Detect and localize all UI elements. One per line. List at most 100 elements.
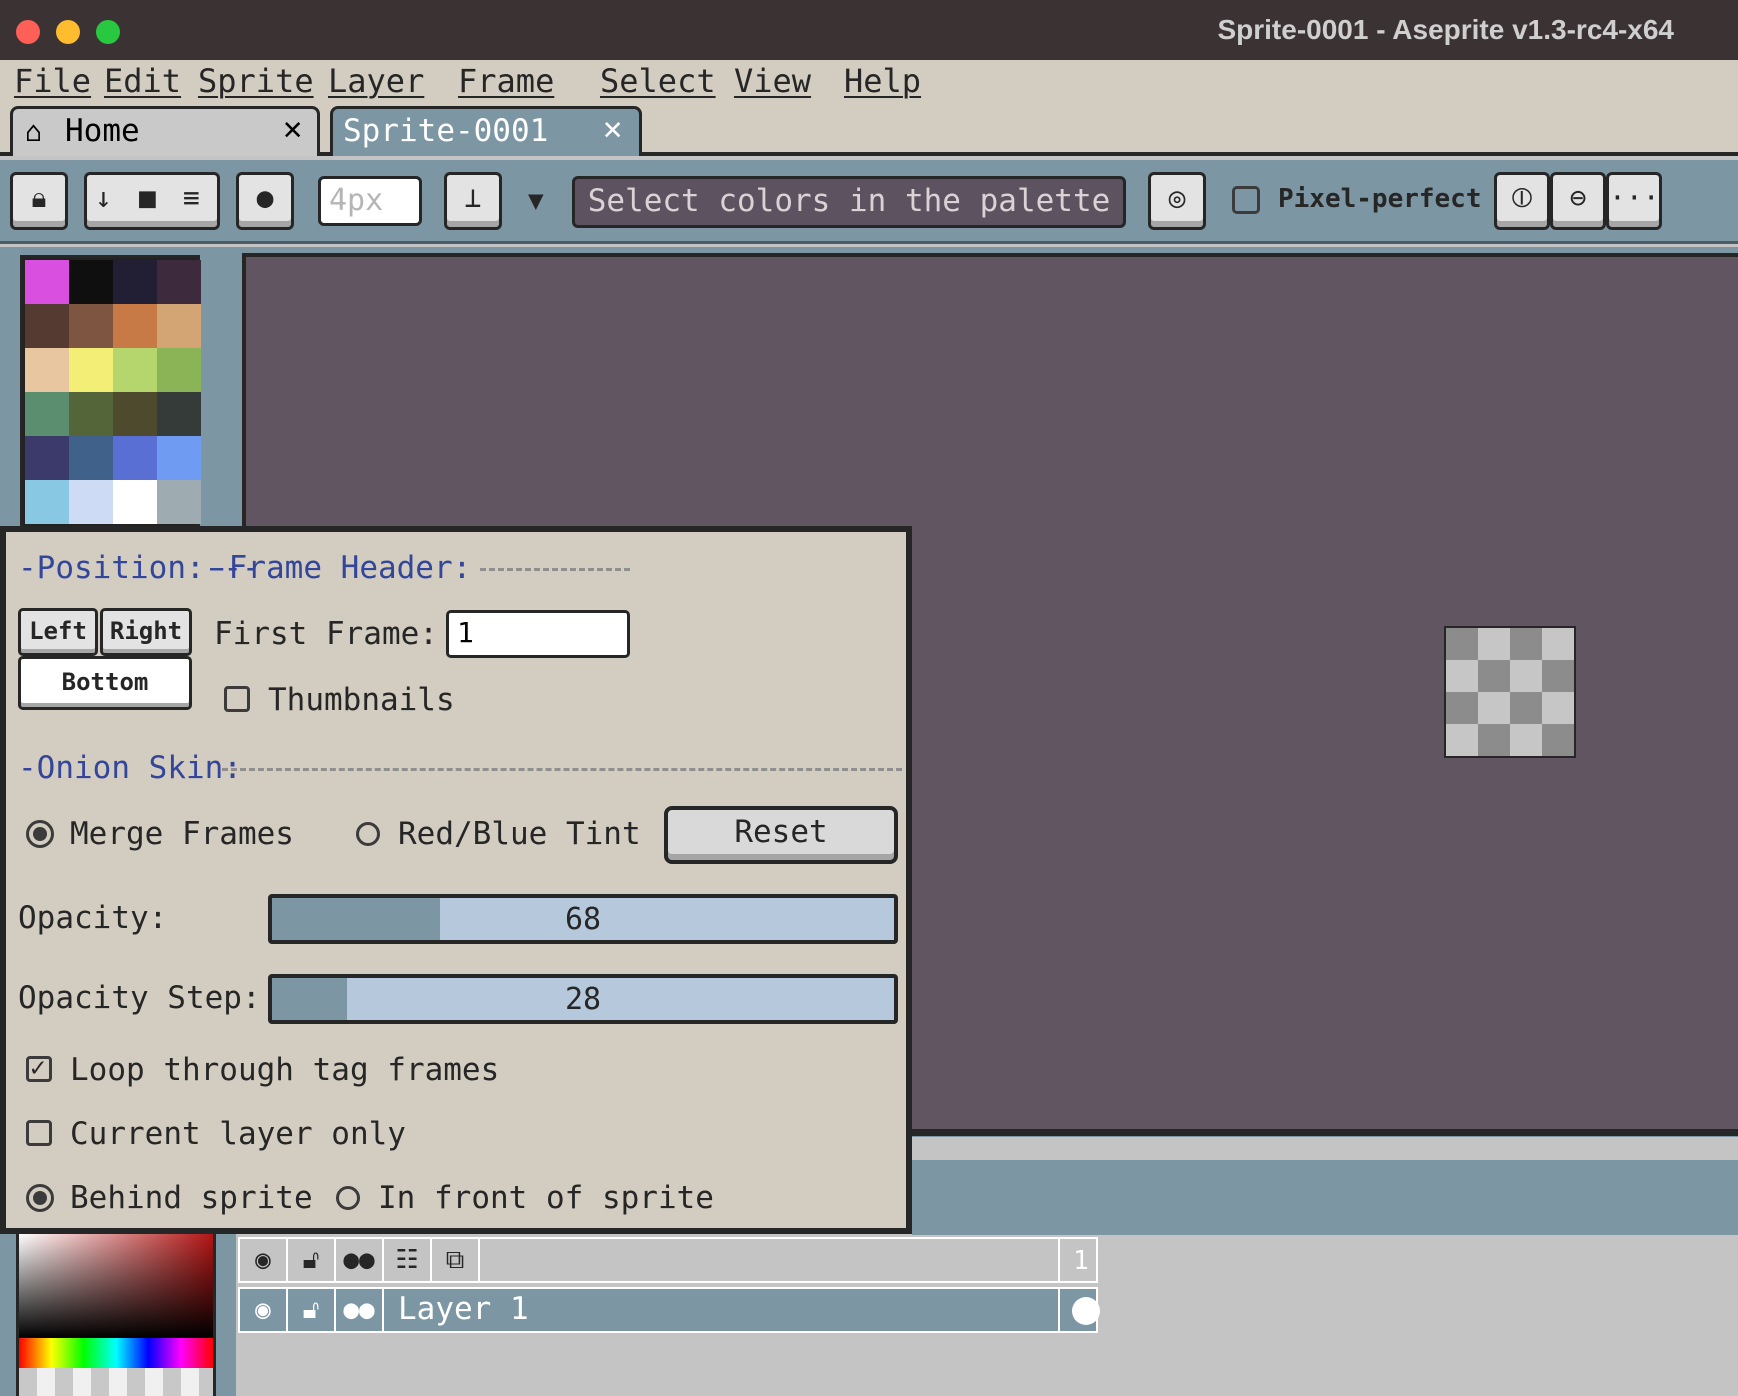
opacity-slider[interactable]: 68 (268, 894, 898, 944)
close-tab-home-icon[interactable]: ✕ (283, 109, 302, 147)
arrow-down-icon[interactable]: ↓ (95, 175, 112, 221)
palette-swatch[interactable] (113, 260, 157, 304)
reset-button[interactable]: Reset (664, 806, 898, 864)
sprite-thumbnail (1444, 626, 1576, 758)
timeline-config-popup: -Position:--- -Frame Header: Left Right … (0, 526, 912, 1234)
menu-select[interactable]: Select (600, 62, 716, 100)
palette-swatch[interactable] (113, 392, 157, 436)
pixel-perfect-label: Pixel-perfect (1278, 184, 1482, 214)
current-layer-only-checkbox[interactable] (26, 1120, 52, 1146)
menu-layer[interactable]: Layer (328, 62, 424, 100)
loop-through-tag-frames-label: Loop through tag frames (70, 1052, 500, 1088)
palette-swatch[interactable] (157, 260, 201, 304)
window-title: Sprite-0001 - Aseprite v1.3-rc4-x64 (1217, 14, 1674, 45)
palette-swatch[interactable] (113, 480, 157, 524)
palette-swatch[interactable] (157, 392, 201, 436)
continuous-icon[interactable]: ●● (336, 1239, 384, 1281)
in-front-of-sprite-radio[interactable] (336, 1186, 360, 1210)
thumbnails-checkbox[interactable] (224, 686, 250, 712)
symmetry-horizontal-icon[interactable]: ⊖ (1550, 172, 1606, 230)
color-palette (20, 255, 201, 531)
close-window-button[interactable] (16, 20, 40, 44)
merge-frames-label: Merge Frames (70, 816, 294, 852)
palette-swatch[interactable] (69, 392, 113, 436)
left-button[interactable]: Left (18, 608, 98, 656)
palette-swatch[interactable] (25, 260, 69, 304)
menu-file[interactable]: File (14, 62, 91, 100)
palette-swatch[interactable] (25, 436, 69, 480)
saturation-value-picker[interactable] (19, 1234, 213, 1338)
menu-frame[interactable]: Frame (458, 62, 554, 100)
behind-sprite-radio[interactable] (26, 1184, 54, 1212)
brush-size-input[interactable]: 4px (318, 176, 422, 226)
merge-frames-radio[interactable] (26, 820, 54, 848)
layer-lock-icon[interactable]: 🔓︎ (288, 1289, 336, 1331)
menu-sprite[interactable]: Sprite (198, 62, 314, 100)
tab-home[interactable]: ⌂ Home ✕ (10, 106, 320, 156)
circle-brush-icon[interactable]: ● (236, 172, 294, 230)
status-divider (912, 1130, 1738, 1136)
layers-icon[interactable]: ☷ (384, 1239, 432, 1281)
red-blue-tint-radio[interactable] (356, 822, 380, 846)
alpha-slider[interactable] (19, 1368, 213, 1396)
symmetry-vertical-icon[interactable]: ⦶ (1494, 172, 1550, 230)
timeline-header: ◉ 🔓︎ ●● ☷ ⧉ 1 (238, 1237, 1098, 1283)
minimize-window-button[interactable] (56, 20, 80, 44)
lock-icon[interactable]: 🔓︎ (288, 1239, 336, 1281)
dropdown-arrow-icon[interactable]: ▼ (528, 186, 544, 216)
palette-swatch[interactable] (157, 480, 201, 524)
zoom-window-button[interactable] (96, 20, 120, 44)
hue-slider[interactable] (19, 1338, 213, 1368)
home-icon: ⌂ (25, 115, 42, 148)
palette-swatch[interactable] (113, 348, 157, 392)
palette-swatch[interactable] (25, 348, 69, 392)
menu-view[interactable]: View (734, 62, 811, 100)
opacity-step-slider[interactable]: 28 (268, 974, 898, 1024)
brush-type-group: ↓ ■ ≡ (84, 172, 220, 230)
palette-swatch[interactable] (157, 348, 201, 392)
layer-continuous-icon[interactable]: ●● (336, 1289, 384, 1331)
tab-home-label: Home (65, 113, 140, 149)
palette-swatch[interactable] (69, 436, 113, 480)
line-brush-icon[interactable]: ≡ (183, 175, 200, 221)
bottom-button[interactable]: Bottom (18, 656, 192, 710)
square-brush-icon[interactable]: ■ (139, 175, 156, 221)
more-options-button[interactable]: ··· (1606, 172, 1662, 230)
ink-select[interactable]: Select colors in the palette (572, 176, 1126, 228)
right-button[interactable]: Right (100, 608, 192, 656)
palette-swatch[interactable] (25, 392, 69, 436)
frame-number[interactable]: 1 (1058, 1239, 1102, 1283)
palette-swatch[interactable] (69, 304, 113, 348)
palette-swatch[interactable] (25, 480, 69, 524)
pixel-perfect-checkbox[interactable] (1232, 186, 1260, 214)
timeline: ◉ 🔓︎ ●● ☷ ⧉ 1 ◉ 🔓︎ ●● Layer 1 (236, 1235, 1738, 1396)
opacity-label: Opacity: (18, 900, 168, 936)
onion-skin-icon[interactable]: ⧉ (432, 1239, 480, 1281)
palette-swatch[interactable] (157, 436, 201, 480)
layer-row[interactable]: ◉ 🔓︎ ●● Layer 1 (238, 1287, 1100, 1333)
target-icon[interactable]: ◎ (1148, 172, 1206, 230)
palette-swatch[interactable] (69, 260, 113, 304)
cel-dot-icon (1072, 1297, 1100, 1325)
menu-edit[interactable]: Edit (104, 62, 181, 100)
close-tab-sprite-icon[interactable]: ✕ (603, 109, 622, 147)
cel[interactable] (1058, 1289, 1102, 1333)
stamp-icon[interactable]: ⊥ (444, 172, 502, 230)
context-toolbar: 🔒︎ ↓ ■ ≡ ● 4px ⊥ ▼ Select colors in the … (0, 160, 1738, 244)
palette-swatch[interactable] (69, 348, 113, 392)
palette-swatch[interactable] (25, 304, 69, 348)
loop-through-tag-frames-checkbox[interactable] (26, 1053, 52, 1083)
menu-help[interactable]: Help (844, 62, 921, 100)
lock-icon[interactable]: 🔒︎ (10, 172, 68, 230)
tab-sprite[interactable]: Sprite-0001 ✕ (330, 106, 642, 156)
first-frame-input[interactable]: 1 (446, 610, 630, 658)
layer-eye-icon[interactable]: ◉ (240, 1289, 288, 1331)
eye-icon[interactable]: ◉ (240, 1239, 288, 1281)
palette-swatch[interactable] (113, 304, 157, 348)
menu-bar: File Edit Sprite Layer Frame Select View… (0, 60, 1738, 104)
thumbnails-label: Thumbnails (268, 682, 455, 718)
title-bar: Sprite-0001 - Aseprite v1.3-rc4-x64 (0, 0, 1738, 60)
palette-swatch[interactable] (113, 436, 157, 480)
palette-swatch[interactable] (69, 480, 113, 524)
palette-swatch[interactable] (157, 304, 201, 348)
